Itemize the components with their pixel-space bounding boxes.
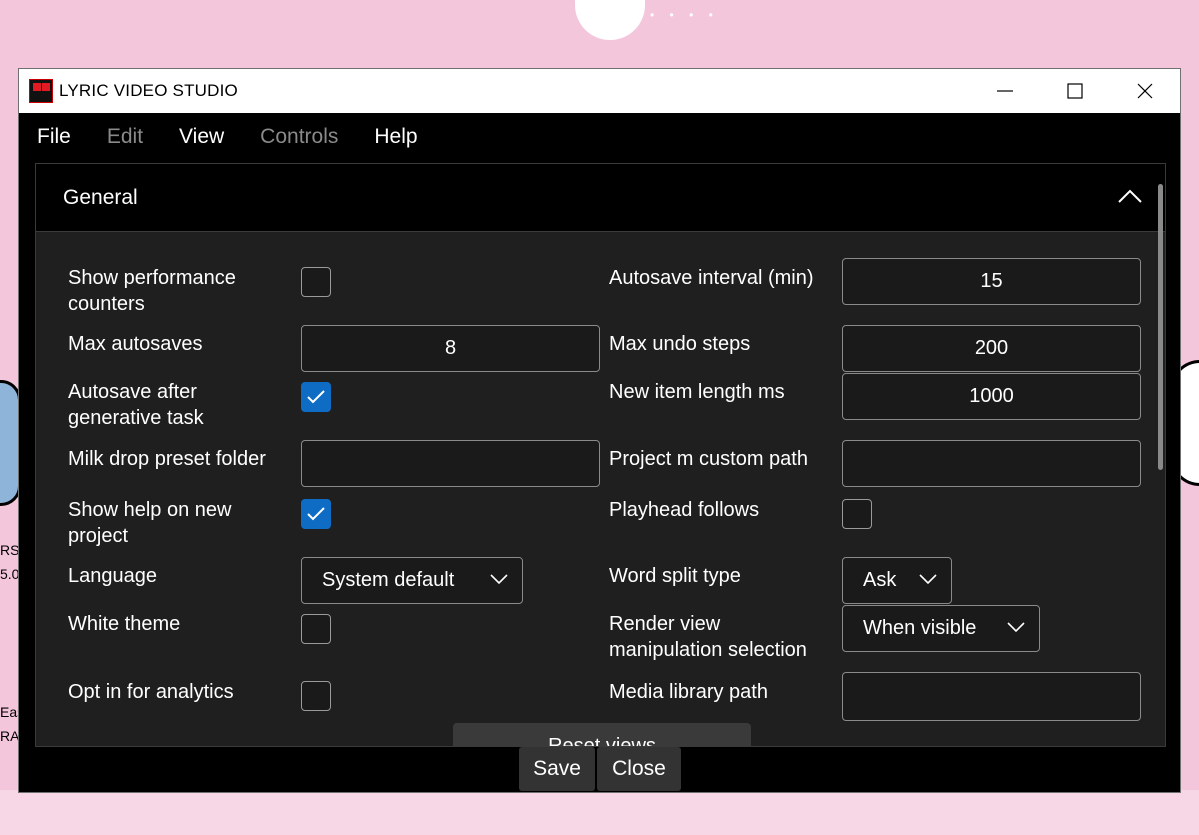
desktop-edge-text: 5.0 — [0, 566, 20, 582]
language-label: Language — [68, 565, 157, 587]
max-undo-steps-label: Max undo steps — [609, 333, 751, 355]
maximize-icon — [1067, 83, 1083, 99]
menu-help[interactable]: Help — [356, 125, 435, 149]
close-window-button[interactable] — [1110, 69, 1180, 113]
white-theme-checkbox[interactable] — [301, 614, 331, 644]
checkmark-icon — [307, 390, 325, 404]
menu-file[interactable]: File — [19, 125, 89, 149]
scrollbar[interactable] — [1158, 184, 1163, 470]
window-title: LYRIC VIDEO STUDIO — [59, 81, 238, 100]
playhead-follows-label: Playhead follows — [609, 499, 760, 521]
menu-controls[interactable]: Controls — [242, 125, 356, 149]
desktop-decoration — [575, 0, 645, 40]
autosave-after-generative-label: Autosave after generative task — [68, 381, 204, 429]
new-item-length-label: New item length ms — [609, 381, 785, 403]
minimize-icon — [997, 90, 1013, 92]
menu-view[interactable]: View — [161, 125, 242, 149]
chevron-down-icon — [919, 574, 937, 585]
app-logo-icon — [29, 79, 53, 103]
panel-header[interactable]: General — [36, 164, 1165, 470]
checkmark-icon — [307, 507, 325, 521]
maximize-button[interactable] — [1040, 69, 1110, 113]
show-help-on-new-project-checkbox[interactable] — [301, 499, 331, 529]
render-view-manipulation-select[interactable]: When visible — [842, 605, 1040, 652]
desktop-decoration-dots: • • • • — [650, 8, 719, 22]
autosave-after-generative-checkbox[interactable] — [301, 382, 331, 412]
autosave-interval-label: Autosave interval (min) — [609, 267, 814, 289]
show-performance-counters-label: Show performance counters — [68, 267, 236, 315]
word-split-type-value: Ask — [863, 569, 897, 591]
window-controls — [970, 69, 1180, 113]
milk-drop-preset-folder-label: Milk drop preset folder — [68, 448, 266, 470]
render-view-manipulation-value: When visible — [863, 617, 977, 639]
show-performance-counters-checkbox[interactable] — [301, 267, 331, 297]
max-autosaves-label: Max autosaves — [68, 333, 203, 355]
minimize-button[interactable] — [970, 69, 1040, 113]
panel-title: General — [63, 186, 138, 209]
desktop-edge-text: RS — [0, 542, 20, 558]
desktop-edge-text: RA — [0, 728, 20, 744]
word-split-type-label: Word split type — [609, 565, 741, 587]
white-theme-label: White theme — [68, 613, 181, 635]
media-library-path-label: Media library path — [609, 681, 768, 703]
menu-edit[interactable]: Edit — [89, 125, 161, 149]
menu-bar: File Edit View Controls Help — [19, 113, 1180, 161]
desktop-decoration-bottom — [0, 790, 1199, 835]
show-help-on-new-project-label: Show help on new project — [68, 499, 232, 547]
project-m-custom-path-label: Project m custom path — [609, 448, 808, 470]
autosave-interval-input[interactable]: 15 — [842, 258, 1141, 305]
close-button[interactable]: Close — [597, 747, 681, 791]
max-autosaves-input[interactable]: 8 — [301, 325, 600, 372]
language-select[interactable]: System default — [301, 557, 523, 604]
playhead-follows-checkbox[interactable] — [842, 499, 872, 529]
render-view-manipulation-label: Render view manipulation selection — [609, 613, 807, 661]
close-icon — [1137, 83, 1153, 99]
chevron-down-icon — [490, 574, 508, 585]
media-library-path-input[interactable] — [842, 672, 1141, 721]
milk-drop-preset-folder-input[interactable] — [301, 440, 600, 487]
save-button[interactable]: Save — [519, 747, 595, 791]
max-undo-steps-input[interactable]: 200 — [842, 325, 1141, 372]
chevron-down-icon — [1007, 622, 1025, 633]
project-m-custom-path-input[interactable] — [842, 440, 1141, 487]
title-bar[interactable]: LYRIC VIDEO STUDIO — [19, 69, 1180, 113]
language-value: System default — [322, 569, 455, 591]
settings-panel: General Show performance counters Max au… — [35, 163, 1166, 747]
opt-in-analytics-checkbox[interactable] — [301, 681, 331, 711]
app-window: LYRIC VIDEO STUDIO File Edit View Contro… — [18, 68, 1181, 793]
new-item-length-input[interactable]: 1000 — [842, 373, 1141, 420]
word-split-type-select[interactable]: Ask — [842, 557, 952, 604]
opt-in-analytics-label: Opt in for analytics — [68, 681, 234, 703]
chevron-up-icon[interactable] — [1117, 186, 1143, 208]
reset-views-button[interactable]: Reset views — [453, 723, 751, 746]
